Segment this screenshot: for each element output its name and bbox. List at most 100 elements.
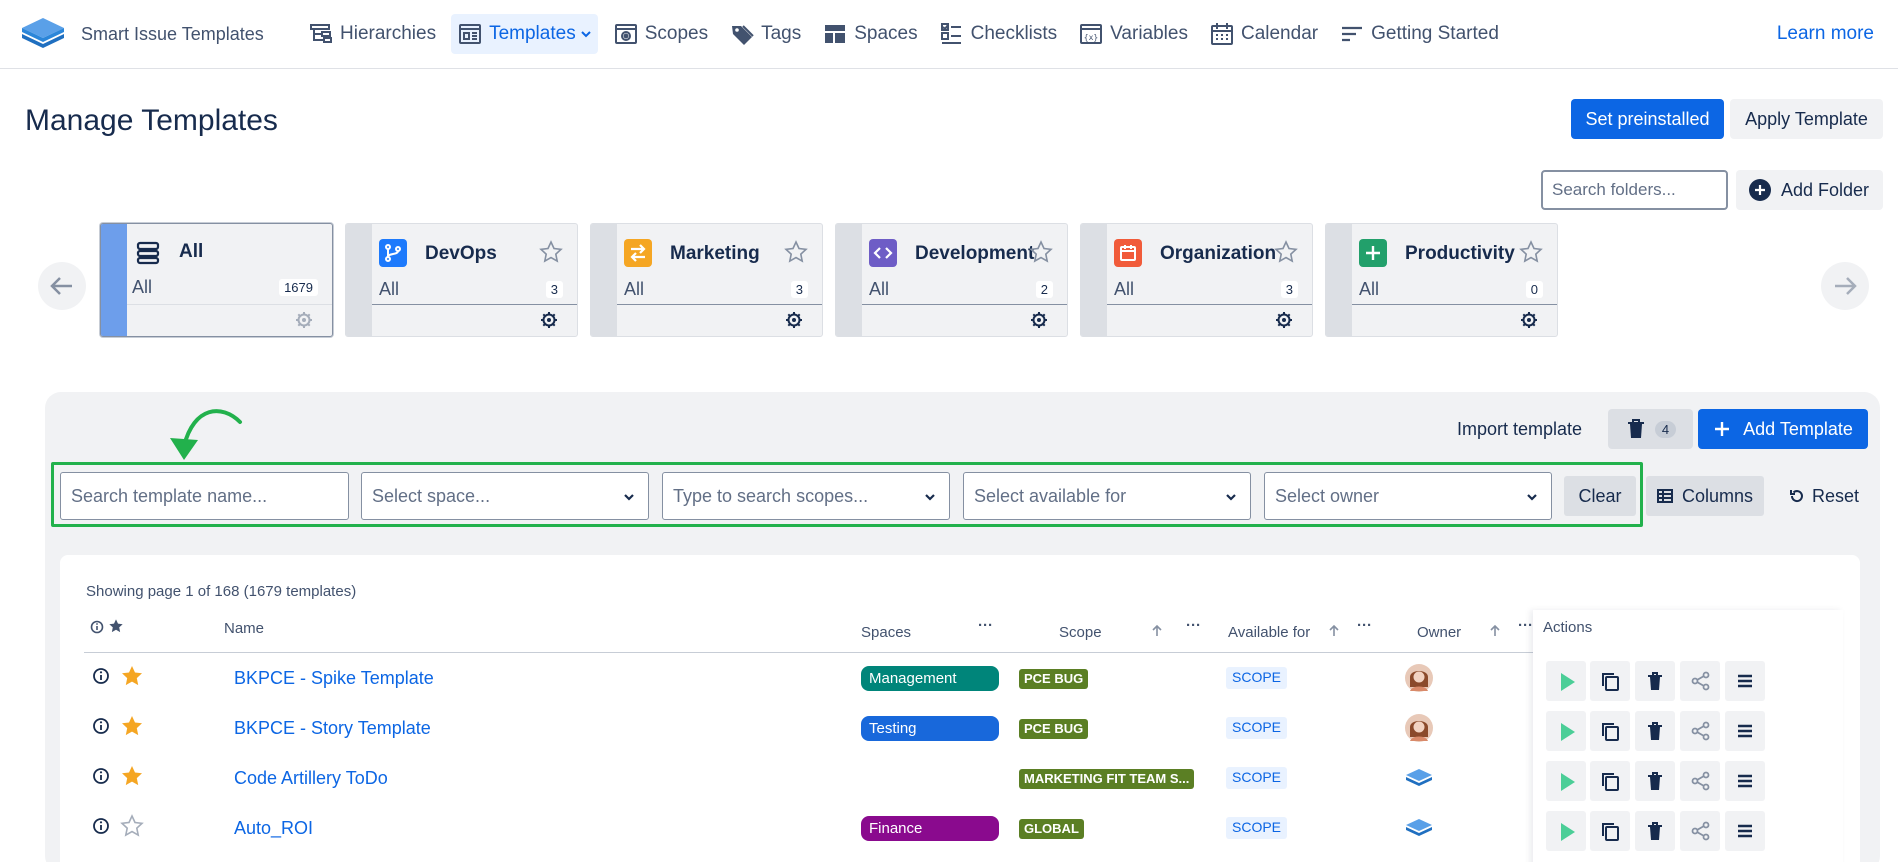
scope-select[interactable]: Type to search scopes...	[662, 472, 950, 520]
folder-card-all[interactable]: All All 1679	[100, 223, 333, 337]
column-header-available[interactable]: Available for	[1228, 624, 1310, 641]
add-folder-button[interactable]: Add Folder	[1736, 170, 1883, 210]
share-button[interactable]	[1680, 761, 1720, 801]
column-header-spaces[interactable]: Spaces	[861, 624, 911, 641]
template-name-link[interactable]: BKPCE - Story Template	[234, 718, 431, 739]
trash-button[interactable]	[1635, 761, 1675, 801]
avatar	[1405, 714, 1433, 742]
folder-name: Marketing	[670, 243, 760, 264]
column-header-scope[interactable]: Scope	[1059, 624, 1102, 641]
column-header-name[interactable]: Name	[224, 620, 264, 637]
run-button[interactable]	[1546, 761, 1586, 801]
nav-hierarchies[interactable]: Hierarchies	[302, 14, 442, 54]
share-button[interactable]	[1680, 661, 1720, 701]
folder-count: 0	[1525, 281, 1543, 298]
gear-icon[interactable]	[1520, 311, 1538, 329]
folder-search-input[interactable]	[1541, 170, 1728, 210]
reset-button[interactable]: Reset	[1784, 476, 1864, 516]
trash-button[interactable]	[1635, 661, 1675, 701]
space-select[interactable]: Select space...	[361, 472, 649, 520]
column-menu-icon[interactable]: ···	[1518, 617, 1533, 634]
folder-card-organization[interactable]: Organization All 3	[1080, 223, 1313, 337]
run-button[interactable]	[1546, 711, 1586, 751]
star-filled-icon[interactable]	[120, 764, 144, 788]
copy-button[interactable]	[1590, 711, 1630, 751]
star-outline-icon[interactable]	[1519, 240, 1543, 264]
gear-icon[interactable]	[540, 311, 558, 329]
template-name-link[interactable]: Auto_ROI	[234, 818, 313, 839]
import-template-link[interactable]: Import template	[1457, 419, 1582, 440]
nav-tags[interactable]: Tags	[723, 14, 807, 54]
column-menu-icon[interactable]: ···	[1357, 617, 1372, 634]
folder-name: All	[179, 241, 204, 262]
trash-button[interactable]	[1635, 711, 1675, 751]
sort-up-icon[interactable]	[1488, 624, 1502, 638]
folders-next-button[interactable]	[1821, 262, 1869, 310]
clear-filters-button[interactable]: Clear	[1564, 476, 1636, 516]
menu-button[interactable]	[1725, 711, 1765, 751]
star-outline-icon[interactable]	[784, 240, 808, 264]
folder-card-devops[interactable]: DevOps All 3	[345, 223, 578, 337]
star-outline-icon[interactable]	[120, 814, 144, 838]
owner-select[interactable]: Select owner	[1264, 472, 1552, 520]
copy-button[interactable]	[1590, 811, 1630, 851]
nav-scopes[interactable]: Scopes	[607, 14, 714, 54]
folder-card-development[interactable]: Development All 2	[835, 223, 1068, 337]
share-button[interactable]	[1680, 711, 1720, 751]
available-for-select[interactable]: Select available for	[963, 472, 1251, 520]
nav-variables[interactable]: {x} Variables	[1072, 14, 1194, 54]
sort-up-icon[interactable]	[1327, 624, 1341, 638]
sort-up-icon[interactable]	[1150, 624, 1164, 638]
run-button[interactable]	[1546, 811, 1586, 851]
folder-card-marketing[interactable]: Marketing All 3	[590, 223, 823, 337]
star-outline-icon[interactable]	[1029, 240, 1053, 264]
nav-templates[interactable]: Templates	[451, 14, 598, 54]
column-menu-icon[interactable]: ···	[978, 617, 993, 634]
nav-checklists[interactable]: Checklists	[933, 14, 1064, 54]
template-search-input[interactable]	[71, 485, 338, 507]
info-icon[interactable]	[92, 767, 110, 785]
template-name-link[interactable]: BKPCE - Spike Template	[234, 668, 434, 689]
share-button[interactable]	[1680, 811, 1720, 851]
star-outline-icon[interactable]	[1274, 240, 1298, 264]
nav-spaces[interactable]: Spaces	[816, 14, 923, 54]
copy-button[interactable]	[1590, 761, 1630, 801]
reset-icon	[1790, 490, 1803, 503]
nav-calendar[interactable]: Calendar	[1203, 14, 1324, 54]
star-outline-icon[interactable]	[539, 240, 563, 264]
template-name-link[interactable]: Code Artillery ToDo	[234, 768, 388, 789]
gear-icon[interactable]	[1030, 311, 1048, 329]
menu-button[interactable]	[1725, 661, 1765, 701]
run-button[interactable]	[1546, 661, 1586, 701]
brand[interactable]: Smart Issue Templates	[20, 14, 264, 54]
menu-button[interactable]	[1725, 811, 1765, 851]
gear-icon[interactable]	[785, 311, 803, 329]
trash-button[interactable]	[1635, 811, 1675, 851]
folders-prev-button[interactable]	[38, 262, 86, 310]
learn-more-link[interactable]: Learn more	[1777, 23, 1874, 45]
apply-template-button[interactable]: Apply Template	[1730, 99, 1883, 139]
template-search-field[interactable]	[60, 472, 349, 520]
copy-button[interactable]	[1590, 661, 1630, 701]
star-filled-icon[interactable]	[120, 714, 144, 738]
gear-icon[interactable]	[1275, 311, 1293, 329]
info-icon[interactable]	[92, 717, 110, 735]
set-preinstalled-button[interactable]: Set preinstalled	[1571, 99, 1724, 139]
info-icon[interactable]	[92, 667, 110, 685]
available-for-badge: SCOPE	[1226, 817, 1288, 839]
column-menu-icon[interactable]: ···	[1186, 617, 1201, 634]
menu-button[interactable]	[1725, 761, 1765, 801]
star-filled-icon[interactable]	[120, 664, 144, 688]
add-template-button[interactable]: Add Template	[1698, 409, 1868, 449]
annotation-arrow-icon	[170, 409, 242, 460]
trash-button[interactable]: 4	[1608, 409, 1693, 449]
folder-card-productivity[interactable]: Productivity All 0	[1325, 223, 1558, 337]
column-header-owner[interactable]: Owner	[1417, 624, 1461, 641]
gear-icon[interactable]	[295, 311, 313, 329]
avatar	[1405, 664, 1433, 692]
nav-getting-started[interactable]: Getting Started	[1333, 14, 1505, 54]
columns-button[interactable]: Columns	[1646, 476, 1764, 516]
folder-color-strip	[1326, 224, 1352, 336]
copy-icon	[1602, 723, 1619, 741]
info-icon[interactable]	[92, 817, 110, 835]
